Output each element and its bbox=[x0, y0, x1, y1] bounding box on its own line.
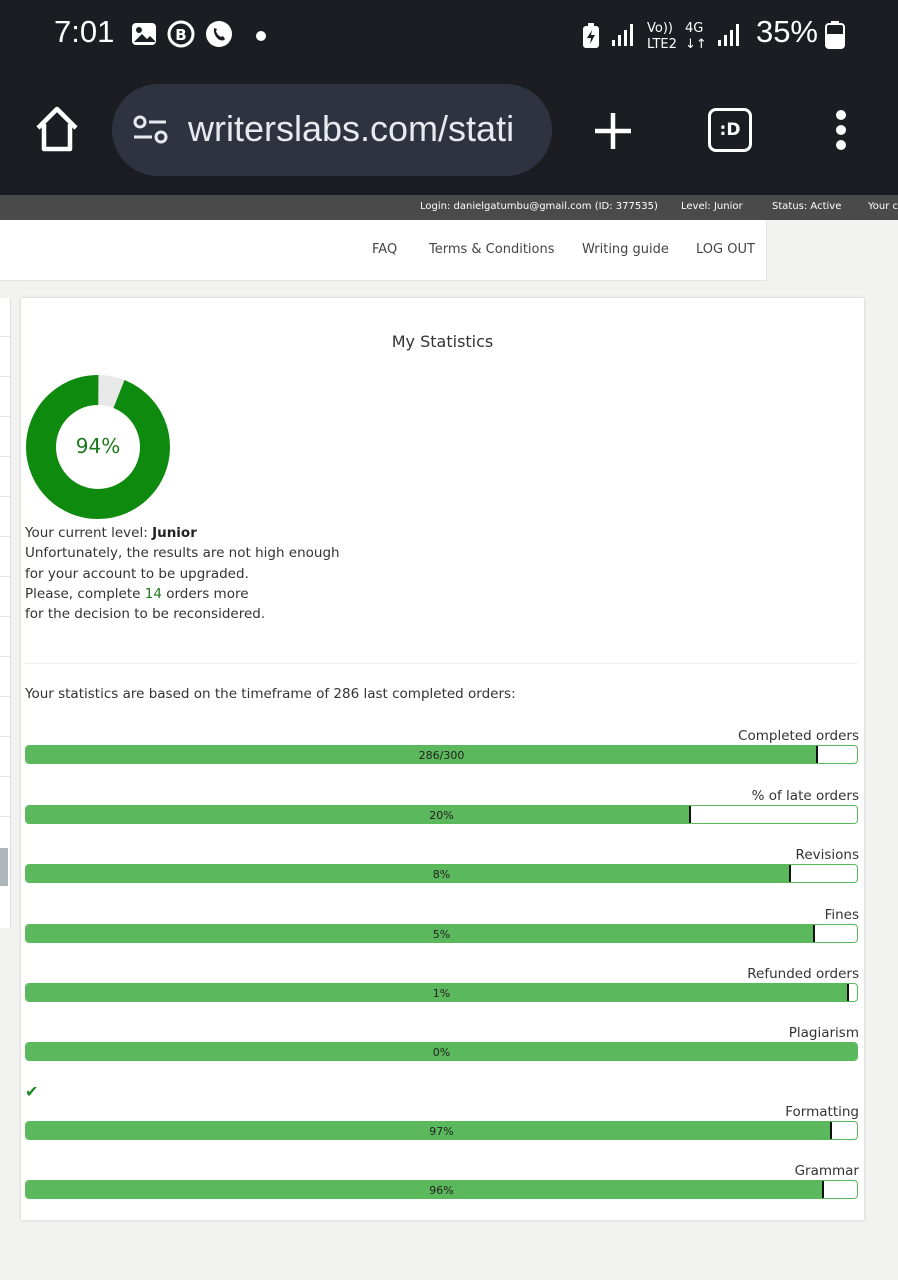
svg-text:Vo)): Vo)) bbox=[647, 21, 673, 36]
level-message: Your current level: Junior Unfortunately… bbox=[25, 523, 340, 624]
more-menu-icon[interactable] bbox=[830, 108, 852, 152]
progress-value: 97% bbox=[429, 1125, 454, 1138]
progress-bar: 96% bbox=[25, 1180, 858, 1199]
progress-bar: 8% bbox=[25, 864, 858, 883]
site-settings-icon[interactable] bbox=[132, 114, 172, 146]
status-time: 7:01 bbox=[54, 14, 115, 49]
url-bar[interactable]: writerslabs.com/stati bbox=[112, 84, 552, 176]
bar-label: Fines bbox=[824, 907, 859, 923]
nav-terms[interactable]: Terms & Conditions bbox=[429, 242, 555, 257]
progress-value: 96% bbox=[429, 1184, 454, 1197]
progress-bar: 0% bbox=[25, 1042, 858, 1061]
nav-logout[interactable]: LOG OUT bbox=[696, 242, 755, 257]
home-icon[interactable] bbox=[34, 104, 80, 154]
status-bar: 7:01 B Vo)) LTE2 4G ↓↑ 35% bbox=[0, 0, 898, 78]
signal-icon-2 bbox=[718, 24, 739, 46]
level-line-1: Unfortunately, the results are not high … bbox=[25, 545, 340, 562]
level-value: Junior bbox=[152, 525, 197, 541]
level-info: Level: Junior bbox=[681, 201, 743, 212]
progress-value: 8% bbox=[432, 868, 451, 881]
tab-switcher-label: :D bbox=[719, 120, 741, 140]
check-icon: ✔ bbox=[25, 1082, 39, 1101]
site-nav: FAQ Terms & Conditions Writing guide LOG… bbox=[0, 220, 767, 281]
new-tab-icon[interactable] bbox=[592, 110, 634, 152]
whatsapp-icon bbox=[206, 21, 232, 47]
statistics-card: My Statistics 94% Your current level: Ju… bbox=[21, 298, 864, 1220]
status-info: Status: Active bbox=[772, 201, 842, 212]
level-prefix: Your current level: bbox=[25, 525, 148, 541]
battery-saver-icon bbox=[583, 23, 599, 48]
login-info: Login: danielgatumbu@gmail.com (ID: 3775… bbox=[420, 201, 658, 212]
account-info-bar: Login: danielgatumbu@gmail.com (ID: 3775… bbox=[0, 195, 898, 220]
level-line-4: for the decision to be reconsidered. bbox=[25, 606, 266, 623]
signal-icon bbox=[612, 24, 633, 46]
progress-value: 20% bbox=[429, 809, 454, 822]
bar-label: % of late orders bbox=[751, 788, 859, 804]
bar-label: Plagiarism bbox=[788, 1025, 859, 1041]
svg-text:↓↑: ↓↑ bbox=[685, 37, 707, 52]
notification-dot bbox=[256, 31, 266, 41]
network-icon: Vo)) LTE2 4G ↓↑ bbox=[647, 21, 707, 52]
battery-percent: 35% bbox=[755, 14, 818, 49]
card-title: My Statistics bbox=[391, 332, 494, 351]
progress-value: 5% bbox=[432, 928, 451, 941]
bar-label: Revisions bbox=[795, 847, 859, 863]
svg-text:LTE2: LTE2 bbox=[647, 37, 677, 52]
bar-label: Refunded orders bbox=[747, 966, 859, 982]
nav-writing-guide[interactable]: Writing guide bbox=[582, 242, 669, 257]
progress-bar: 286/300 bbox=[25, 745, 858, 764]
business-icon: B bbox=[167, 20, 195, 48]
progress-bar: 20% bbox=[25, 805, 858, 824]
svg-text:B: B bbox=[175, 26, 186, 44]
tab-switcher-button[interactable]: :D bbox=[708, 108, 752, 152]
progress-value: 286/300 bbox=[418, 749, 465, 762]
svg-text:4G: 4G bbox=[685, 21, 703, 36]
gallery-icon bbox=[132, 23, 156, 45]
progress-bar: 1% bbox=[25, 983, 858, 1002]
orders-needed: 14 bbox=[144, 585, 162, 602]
level-line-3-suffix: orders more bbox=[166, 585, 249, 602]
progress-value: 1% bbox=[432, 987, 451, 1000]
bar-label: Grammar bbox=[794, 1163, 859, 1179]
level-line-2: for your account to be upgraded. bbox=[25, 565, 249, 582]
url-text[interactable]: writerslabs.com/stati bbox=[188, 108, 538, 150]
timeframe-text: Your statistics are based on the timefra… bbox=[25, 686, 516, 702]
extra-info: Your c bbox=[868, 201, 898, 212]
battery-icon bbox=[825, 21, 845, 49]
divider bbox=[25, 663, 858, 664]
browser-toolbar: writerslabs.com/stati :D bbox=[0, 78, 898, 195]
progress-value: 0% bbox=[432, 1046, 451, 1059]
progress-bar: 5% bbox=[25, 924, 858, 943]
level-line-3-prefix: Please, complete bbox=[25, 585, 141, 602]
score-percent: 94% bbox=[75, 434, 121, 458]
bar-label: Formatting bbox=[785, 1104, 859, 1120]
progress-bar: 97% bbox=[25, 1121, 858, 1140]
sidebar-edge bbox=[0, 298, 11, 928]
bar-label: Completed orders bbox=[738, 728, 859, 744]
nav-faq[interactable]: FAQ bbox=[372, 242, 397, 257]
